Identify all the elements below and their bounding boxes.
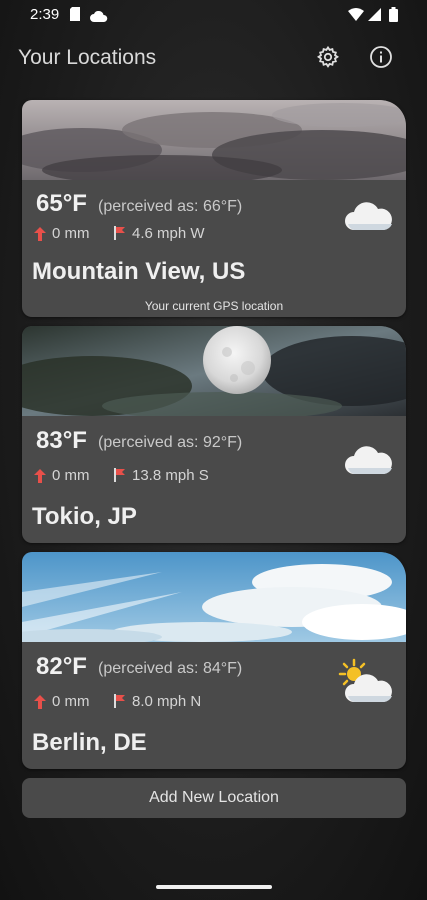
city-name: Mountain View, US (32, 258, 246, 285)
cloud-status-icon (90, 9, 108, 27)
perceived-temperature: (perceived as: 92°F) (98, 434, 243, 451)
precipitation-value: 0 mm (52, 467, 90, 484)
location-card-tokio[interactable]: 83°F (perceived as: 92°F) 0 mm 13.8 mph … (22, 326, 406, 543)
location-card-berlin[interactable]: 82°F (perceived as: 84°F) 0 mm 8.0 mph N… (22, 552, 406, 769)
settings-button[interactable] (313, 42, 343, 72)
precipitation-arrow-icon (34, 469, 46, 483)
info-icon (370, 46, 392, 68)
cloud-icon (344, 442, 394, 481)
location-image (22, 552, 406, 642)
precipitation-value: 0 mm (52, 693, 90, 710)
location-image (22, 100, 406, 180)
info-button[interactable] (366, 42, 396, 72)
wind-flag-icon (114, 226, 126, 240)
temperature: 83°F (36, 427, 87, 454)
gesture-navigation-bar[interactable] (156, 885, 272, 889)
wind-flag-icon (114, 468, 126, 482)
wind-value: 4.6 mph W (132, 225, 205, 242)
location-card-mountain-view[interactable]: 65°F (perceived as: 66°F) 0 mm 4.6 mph W… (22, 100, 406, 317)
wind-value: 8.0 mph N (132, 693, 202, 710)
city-name: Tokio, JP (32, 503, 137, 530)
perceived-temperature: (perceived as: 66°F) (98, 198, 243, 215)
sun-cloud-icon (336, 658, 394, 709)
page-title: Your Locations (18, 46, 157, 69)
temperature: 82°F (36, 653, 87, 680)
wifi-icon (348, 8, 364, 26)
gear-icon (316, 45, 340, 68)
wind-value: 13.8 mph S (132, 467, 209, 484)
perceived-temperature: (perceived as: 84°F) (98, 660, 243, 677)
sim-card-icon (70, 7, 80, 26)
precipitation-arrow-icon (34, 227, 46, 241)
cloud-icon (344, 198, 394, 237)
location-image (22, 326, 406, 416)
gps-location-note: Your current GPS location (144, 299, 284, 313)
signal-icon (368, 8, 381, 26)
city-name: Berlin, DE (32, 729, 147, 756)
precipitation-arrow-icon (34, 695, 46, 709)
status-bar: 2:39 (0, 0, 427, 30)
status-time: 2:39 (30, 6, 60, 23)
add-location-button[interactable]: Add New Location (22, 778, 406, 818)
app-bar: Your Locations (0, 30, 427, 86)
battery-icon (389, 7, 398, 27)
temperature: 65°F (36, 190, 87, 217)
wind-flag-icon (114, 694, 126, 708)
precipitation-value: 0 mm (52, 225, 90, 242)
